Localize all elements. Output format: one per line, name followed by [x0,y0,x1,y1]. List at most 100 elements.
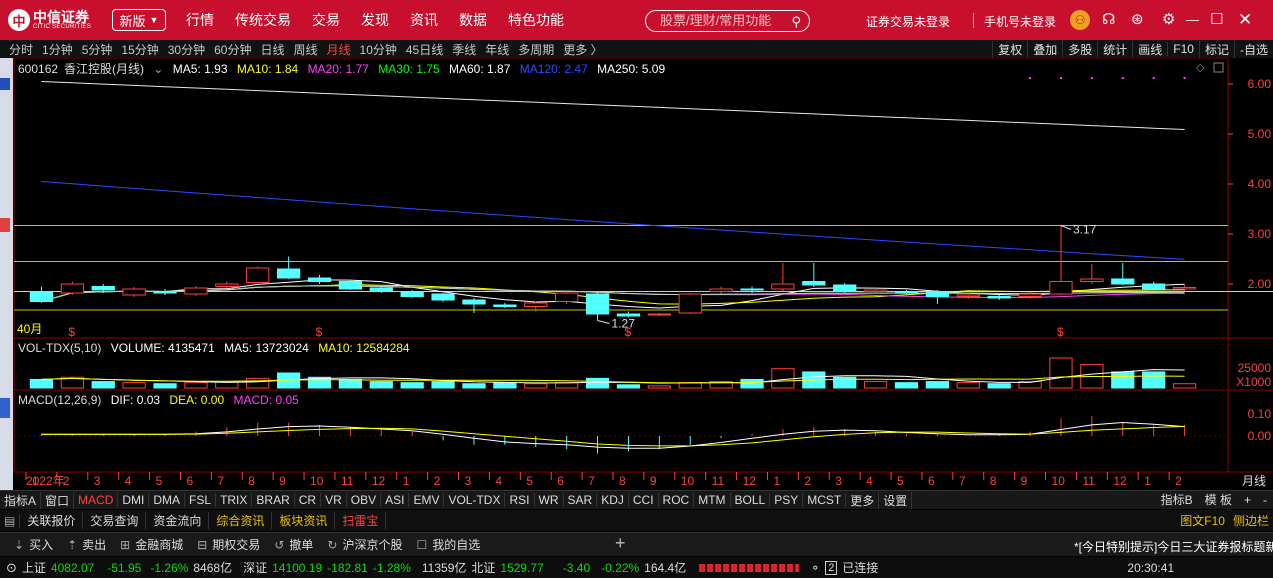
info-tab-4[interactable]: 板块资讯 [272,512,336,529]
nav-item-discover[interactable]: 发现 [361,10,389,30]
nav-item-quotes[interactable]: 行情 [186,10,214,30]
info-tab-1[interactable]: 交易查询 [83,512,147,529]
period-quarterly[interactable]: 季线 [452,41,476,58]
tool-multistock-button[interactable]: 多股 [1062,40,1097,58]
close-icon[interactable]: ✕ [1238,11,1252,29]
tool-f10-button[interactable]: F10 [1167,42,1199,56]
period-weekly[interactable]: 周线 [293,41,317,58]
indicator-tab--a[interactable]: 指标A [0,491,42,509]
buy-button[interactable]: ⇣ 买入 [14,536,53,553]
period-10min[interactable]: 10分钟 [360,41,397,58]
search-input[interactable]: 股票/理财/常用功能 ⚲ [645,10,810,32]
notice-ticker[interactable]: *[今日特别提示]今日三大证券报标题新 [1074,538,1273,555]
indicator-tab-sar[interactable]: SAR [564,493,598,507]
tool-watchlist-button[interactable]: -自选 [1234,40,1273,58]
tool-stats-button[interactable]: 统计 [1097,40,1132,58]
period-yearly[interactable]: 年线 [485,41,509,58]
indicator-tab-rsi[interactable]: RSI [505,493,535,507]
info-tab-0[interactable]: 关联报价 [20,512,84,529]
mall-button[interactable]: ⊞ 金融商城 [120,536,183,553]
period-1min[interactable]: 1分钟 [42,41,73,58]
tool-draw-button[interactable]: 画线 [1132,40,1167,58]
maximize-icon[interactable]: ☐ [1210,11,1223,29]
kline-chart-area[interactable]: 6.00 5.00 4.00 3.00 2.00 3.17 1.27 40月 $ $ $ $ ◇ 25… [0,58,1273,490]
indicator-tab-cci[interactable]: CCI [629,493,659,507]
period-60min[interactable]: 60分钟 [214,41,251,58]
period-30min[interactable]: 30分钟 [168,41,205,58]
sidebar-tab[interactable]: 侧边栏 [1229,512,1273,529]
stock-button[interactable]: ↻ 沪深京个股 [327,536,402,553]
indicator-tab--25[interactable]: 设置 [879,491,913,509]
graphic-f10-tab[interactable]: 图文F10 [1176,512,1229,529]
period-5min[interactable]: 5分钟 [82,41,113,58]
chevron-down-icon[interactable]: ⌄ [153,62,163,76]
indicator-tab-fsl[interactable]: FSL [185,493,217,507]
indicator-tab-vol-tdx[interactable]: VOL-TDX [444,493,506,507]
indicator-tab-psy[interactable]: PSY [770,493,804,507]
info-tab-2[interactable]: 资金流向 [146,512,210,529]
trade-login-link[interactable]: 证券交易未登录 [866,13,950,30]
tool-mark-button[interactable]: 标记 [1198,40,1234,58]
indicator-tab-brar[interactable]: BRAR [252,493,295,507]
citic-logo[interactable]: 中 中信证券 CITIC SECURITIES [8,9,100,31]
minimize-icon[interactable]: — [1186,11,1199,29]
indicator-tab--24[interactable]: 更多 [846,491,880,509]
indicator-tab-emv[interactable]: EMV [409,493,445,507]
cancel-order-button[interactable]: ↺ 撤单 [274,536,313,553]
badge-icon[interactable]: ⚇ [1070,10,1090,30]
watchlist-button[interactable]: ☐ 我的自选 [416,536,480,553]
nav-item-classic-trade[interactable]: 传统交易 [235,10,291,30]
indicator-tab-macd[interactable]: MACD [74,493,119,507]
tool-overlay-button[interactable]: 叠加 [1027,40,1062,58]
panel-toggle-icon[interactable]: ▤ [0,513,21,528]
period-45day[interactable]: 45日线 [406,41,443,58]
indicator-tab-boll[interactable]: BOLL [731,493,771,507]
kline-chart[interactable]: 6.005.004.003.002.00 3.171.2740月 $ $ $ $◇ 25… [0,58,1273,490]
period-more[interactable]: 更多 〉 [563,41,602,58]
period-15min[interactable]: 15分钟 [121,41,158,58]
nav-item-data[interactable]: 数据 [459,10,487,30]
macd-axis-label: 0.00 [1248,429,1272,443]
volume-bar [400,382,424,389]
period-multi[interactable]: 多周期 [518,41,554,58]
phone-login-link[interactable]: 手机号未登录 [984,13,1056,30]
indicator-tab-dma[interactable]: DMA [149,493,186,507]
nav-item-trade[interactable]: 交易 [312,10,340,30]
indicator-b-button[interactable]: 指标B [1155,491,1199,508]
indicator-tab-obv[interactable]: OBV [347,493,382,507]
indicator-tab-kdj[interactable]: KDJ [597,493,629,507]
indicator-tab-wr[interactable]: WR [535,493,564,507]
indicator-tab-dmi[interactable]: DMI [118,493,150,507]
indicator-tab-mcst[interactable]: MCST [803,493,847,507]
macd-indicator-name[interactable]: MACD(12,26,9) [18,393,101,407]
headset-icon[interactable]: ☊ [1102,11,1115,29]
info-tab-3[interactable]: 综合资讯 [209,512,273,529]
skin-icon[interactable]: ⊛ [1131,11,1144,29]
template-button[interactable]: 模 板 [1199,491,1238,508]
sell-button[interactable]: ⇡ 卖出 [67,536,106,553]
indicator-tab--1[interactable]: 窗口 [41,491,75,509]
tool-adjust-button[interactable]: 复权 [992,40,1027,58]
indicator-tab-vr[interactable]: VR [321,493,347,507]
zoom-out-button[interactable]: - [1257,493,1273,507]
zoom-in-button[interactable]: + [1238,493,1257,507]
indicator-tab-roc[interactable]: ROC [659,493,695,507]
nav-item-features[interactable]: 特色功能 [508,10,564,30]
indicator-tab-trix[interactable]: TRIX [216,493,253,507]
indicator-tab-mtm[interactable]: MTM [694,493,731,507]
add-icon[interactable]: + [615,533,626,554]
indicator-tab-cr[interactable]: CR [295,493,322,507]
info-tab-5[interactable]: 扫雷宝 [335,512,387,529]
search-icon[interactable]: ⚲ [791,12,801,32]
options-button[interactable]: ⊟ 期权交易 [197,536,260,553]
period-daily[interactable]: 日线 [260,41,284,58]
period-tick[interactable]: 分时 [9,41,33,58]
gear-icon[interactable]: ⚙ [1162,11,1175,29]
nav-item-news[interactable]: 资讯 [410,10,438,30]
indicator-tab-asi[interactable]: ASI [381,493,410,507]
vol-indicator-name[interactable]: VOL-TDX(5,10) [18,341,101,355]
sz-amount: 11359亿 [421,561,467,575]
period-monthly[interactable]: 月线 [327,41,351,58]
menu-icon[interactable]: ⊙ [6,560,17,576]
edition-dropdown[interactable]: 新版 ▼ [112,9,166,31]
